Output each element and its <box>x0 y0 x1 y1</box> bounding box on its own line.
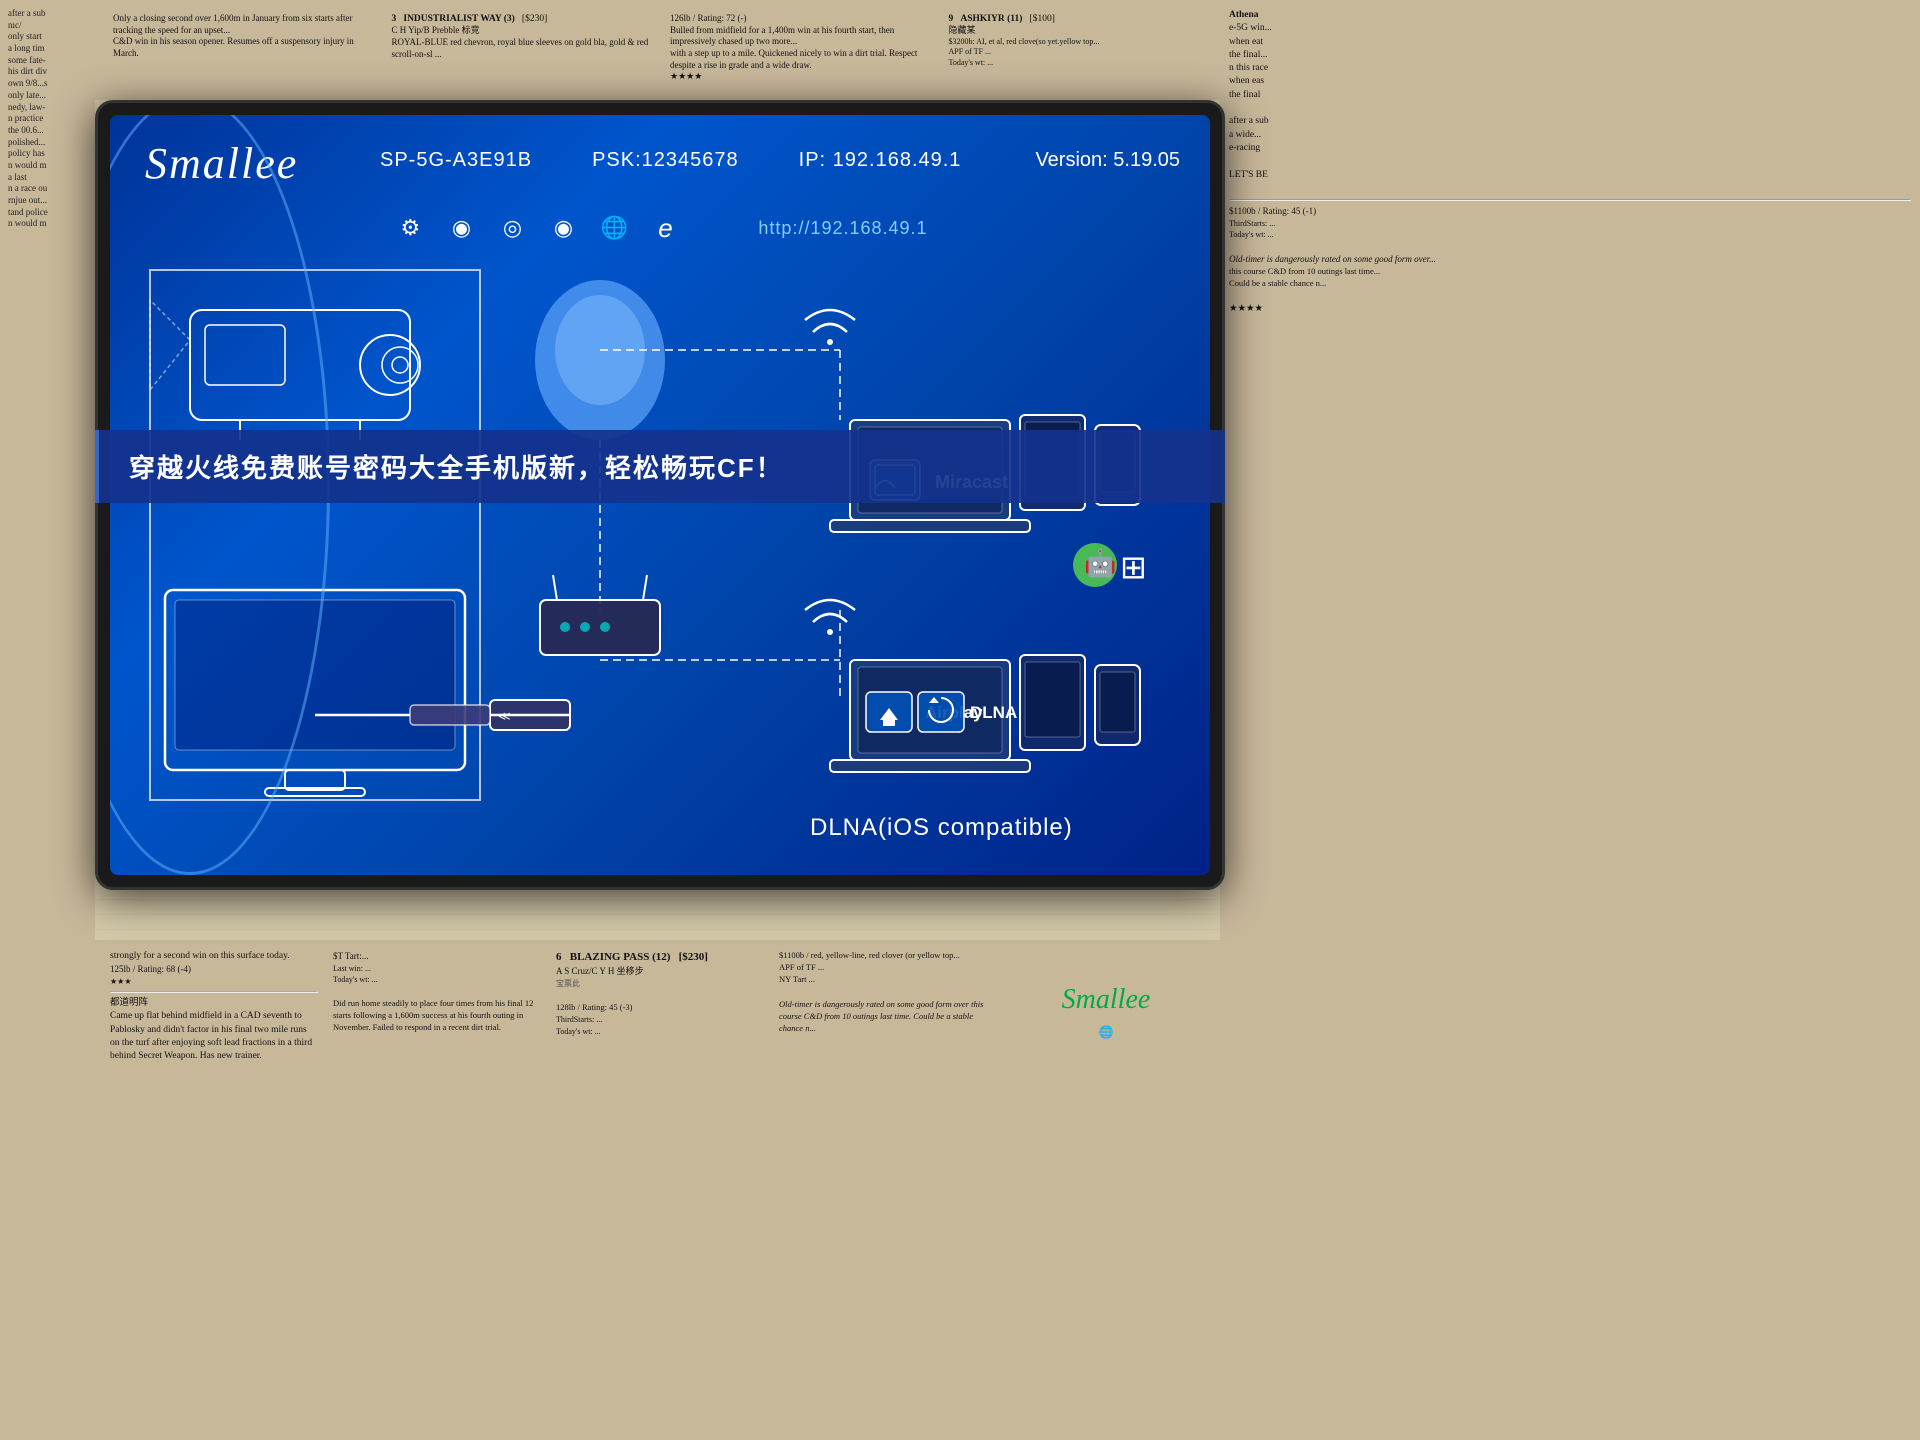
banner-text: 穿越火线免费账号密码大全手机版新，轻松畅玩CF！ <box>129 453 784 483</box>
svg-text:🤖: 🤖 <box>1084 548 1116 578</box>
svg-text:DLNA: DLNA <box>970 703 1017 722</box>
settings-icon-3[interactable]: ◎ <box>494 210 530 246</box>
news-text-right: Athena e-5G win... when eat the final...… <box>1220 0 1920 325</box>
newspaper-bottom-panel: strongly for a second win on this surfac… <box>95 940 1225 1440</box>
globe-icon[interactable]: 🌐 <box>596 210 632 246</box>
device-model: SP-5G-A3E91B <box>380 149 532 172</box>
news-text-bottom: strongly for a second win on this surfac… <box>95 940 1225 1074</box>
device-psk: PSK:12345678 <box>592 149 739 172</box>
browser-icon[interactable]: e <box>647 210 683 246</box>
news-text-top: Only a closing second over 1,600m in Jan… <box>95 0 1225 96</box>
newspaper-top-panel: Only a closing second over 1,600m in Jan… <box>95 0 1225 100</box>
device-url: http://192.168.49.1 <box>758 218 927 239</box>
device-ip: IP: 192.168.49.1 <box>799 149 962 172</box>
settings-icon-2[interactable]: ◉ <box>443 210 479 246</box>
newspaper-right-panel: Athena e-5G win... when eat the final...… <box>1220 0 1920 1440</box>
device-version: Version: 5.19.05 <box>1035 149 1180 172</box>
header-info: SP-5G-A3E91B PSK:12345678 IP: 192.168.49… <box>380 149 1180 172</box>
news-text-left: after a sub nıc/ only start a long tim s… <box>0 0 95 238</box>
svg-text:DLNA(iOS compatible): DLNA(iOS compatible) <box>810 814 1073 841</box>
gear-icon[interactable]: ⚙ <box>392 210 428 246</box>
overlay-banner: 穿越火线免费账号密码大全手机版新，轻松畅玩CF！ <box>95 430 1225 503</box>
settings-icon-4[interactable]: ◉ <box>545 210 581 246</box>
svg-text:⊞: ⊞ <box>1120 549 1147 585</box>
newspaper-left-panel: after a sub nıc/ only start a long tim s… <box>0 0 95 1440</box>
